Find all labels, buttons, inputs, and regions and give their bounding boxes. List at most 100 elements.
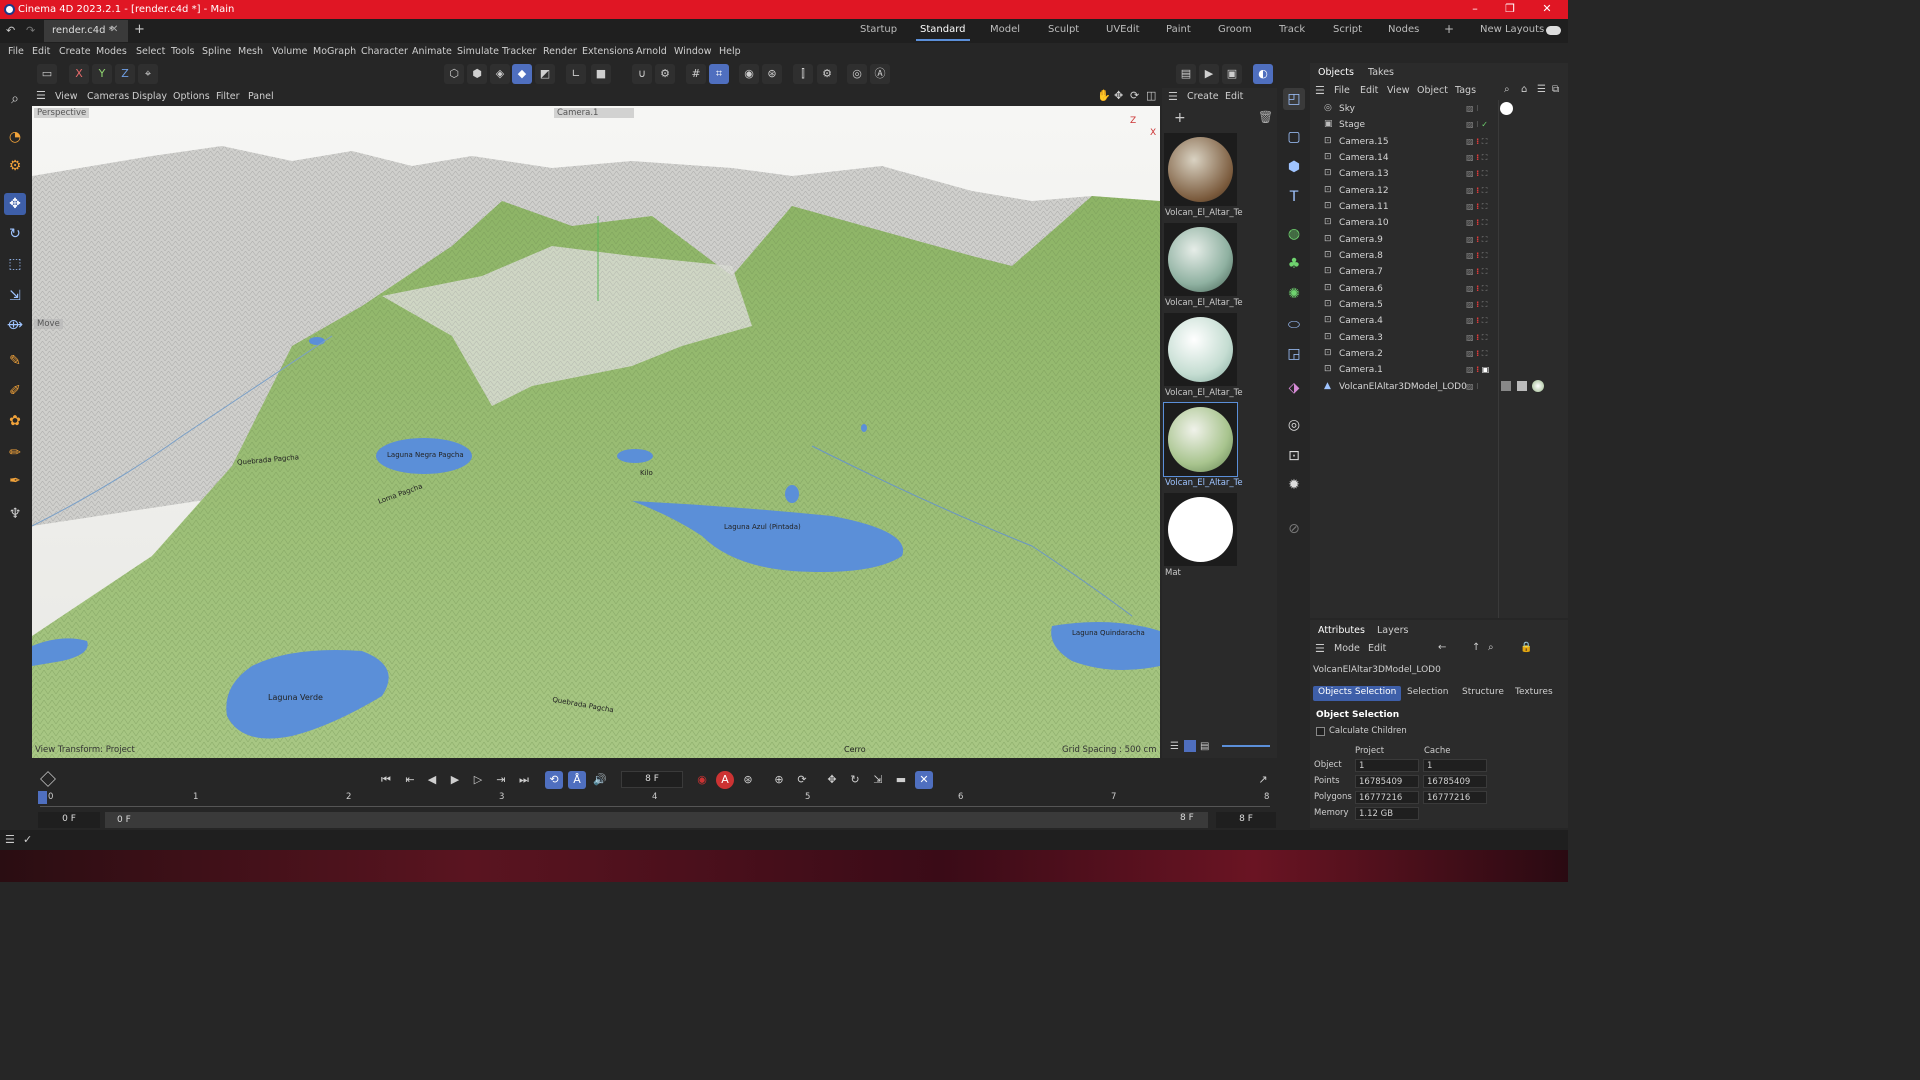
maximize-view-icon[interactable]: ◫ bbox=[1146, 89, 1156, 102]
environment-icon[interactable]: ◎ bbox=[1283, 414, 1305, 436]
tag-icon[interactable]: ⊘ bbox=[1283, 518, 1305, 540]
polygons-cache-field[interactable]: 16777216 bbox=[1423, 791, 1487, 804]
generator-icon[interactable]: ◍ bbox=[1283, 223, 1305, 245]
menu-edit[interactable]: Edit bbox=[32, 46, 50, 57]
object-row-camera-2[interactable]: ⊡ Camera.2 ▨ ⁝ ⛶ bbox=[1318, 347, 1498, 363]
objects-search-icon[interactable]: ⌕ bbox=[1504, 84, 1510, 95]
material-swatch-2[interactable] bbox=[1164, 223, 1237, 296]
redshift-icon[interactable]: ◐ bbox=[1253, 64, 1273, 84]
undo-icon[interactable]: ↶ bbox=[6, 24, 15, 37]
menu-help[interactable]: Help bbox=[719, 46, 741, 57]
viewport-menu-options[interactable]: Options bbox=[173, 91, 210, 102]
move-tool-icon[interactable]: ✥ bbox=[4, 193, 26, 215]
field-icon[interactable]: ◲ bbox=[1283, 343, 1305, 365]
menu-render[interactable]: Render bbox=[543, 46, 577, 57]
material-menu-create[interactable]: Create bbox=[1187, 91, 1219, 102]
preview-range-button[interactable]: Å bbox=[568, 771, 586, 789]
viewport-menu-filter[interactable]: Filter bbox=[216, 91, 240, 102]
axis-mode-icon[interactable]: ∟ bbox=[566, 64, 586, 84]
viewport-menu-cameras[interactable]: Cameras bbox=[87, 91, 129, 102]
polygons-project-field[interactable]: 16777216 bbox=[1355, 791, 1419, 804]
object-row-camera-15[interactable]: ⊡ Camera.15 ▨ ⁝ ⛶ bbox=[1318, 135, 1498, 151]
arnold-icon[interactable]: Ⓐ bbox=[870, 64, 890, 84]
menu-select[interactable]: Select bbox=[136, 46, 165, 57]
solo-mode-icon[interactable]: ■ bbox=[591, 64, 611, 84]
grid-snap-icon[interactable]: # bbox=[686, 64, 706, 84]
model-uvw-tag-icon[interactable] bbox=[1517, 381, 1527, 391]
layout-track[interactable]: Track bbox=[1279, 24, 1305, 35]
record-active-button[interactable]: ◉ bbox=[693, 771, 711, 789]
objects-menu-edit[interactable]: Edit bbox=[1360, 85, 1378, 96]
go-to-end-button[interactable]: ⏭ bbox=[515, 771, 533, 789]
pan-view-icon[interactable]: ✋ bbox=[1097, 89, 1111, 102]
object-row-camera-14[interactable]: ⊡ Camera.14 ▨ ⁝ ⛶ bbox=[1318, 151, 1498, 167]
keyframe-selection-button[interactable]: ⊛ bbox=[739, 771, 757, 789]
spline-icon[interactable]: ⬗ bbox=[1283, 377, 1305, 399]
coordinate-system-icon[interactable]: ⌖ bbox=[138, 64, 158, 84]
objects-hamburger-icon[interactable]: ☰ bbox=[1315, 84, 1325, 97]
add-layout-button[interactable]: + bbox=[1444, 22, 1454, 36]
tab-attributes[interactable]: Attributes bbox=[1318, 625, 1365, 636]
menu-character[interactable]: Character bbox=[361, 46, 408, 57]
display-mode-icon[interactable]: ▭ bbox=[37, 64, 57, 84]
object-row-camera-9[interactable]: ⊡ Camera.9 ▨ ⁝ ⛶ bbox=[1318, 233, 1498, 249]
material-menu-edit[interactable]: Edit bbox=[1225, 91, 1243, 102]
up-arrow-icon[interactable]: ↑ bbox=[1472, 642, 1480, 653]
scene-tool-icon[interactable]: ⚙ bbox=[4, 155, 26, 177]
snap-tool-icon[interactable]: ⟴ bbox=[4, 314, 26, 336]
camera-icon[interactable]: ⊡ bbox=[1283, 445, 1305, 467]
light-icon[interactable]: ✹ bbox=[1283, 474, 1305, 496]
new-tab-button[interactable]: + bbox=[134, 22, 145, 37]
layout-sculpt[interactable]: Sculpt bbox=[1048, 24, 1079, 35]
mirror-icon[interactable]: ⫿ bbox=[793, 64, 813, 84]
menu-create[interactable]: Create bbox=[59, 46, 91, 57]
object-row-camera-7[interactable]: ⊡ Camera.7 ▨ ⁝ ⛶ bbox=[1318, 265, 1498, 281]
close-tab-icon[interactable]: ✕ bbox=[110, 24, 118, 35]
menu-volume[interactable]: Volume bbox=[272, 46, 307, 57]
render-view-icon[interactable]: ▤ bbox=[1176, 64, 1196, 84]
material-swatch-1[interactable] bbox=[1164, 133, 1237, 206]
texture-mode-icon[interactable]: ◩ bbox=[535, 64, 555, 84]
go-to-start-button[interactable]: ⏮ bbox=[377, 771, 395, 789]
layout-groom[interactable]: Groom bbox=[1218, 24, 1252, 35]
snap-magnet-icon[interactable]: ∪ bbox=[632, 64, 652, 84]
subtab-selection[interactable]: Selection bbox=[1402, 686, 1453, 701]
timeline-settings-button[interactable]: ▬ bbox=[892, 771, 910, 789]
record-icon[interactable]: ◉ bbox=[739, 64, 759, 84]
lock-icon[interactable]: 🔒 bbox=[1520, 642, 1532, 653]
key-scale-button[interactable]: ✥ bbox=[823, 771, 841, 789]
object-row-camera-12[interactable]: ⊡ Camera.12 ▨ ⁝ ⛶ bbox=[1318, 184, 1498, 200]
viewport-hamburger-icon[interactable]: ☰ bbox=[36, 89, 46, 102]
delete-material-icon[interactable]: 🗑 bbox=[1258, 110, 1273, 124]
object-row-camera-3[interactable]: ⊡ Camera.3 ▨ ⁝ ⛶ bbox=[1318, 331, 1498, 347]
layout-startup[interactable]: Startup bbox=[860, 24, 897, 35]
lock-x-axis-button[interactable]: X bbox=[69, 64, 89, 84]
material-hamburger-icon[interactable]: ☰ bbox=[1168, 90, 1178, 103]
transform-tool-icon[interactable]: ⇲ bbox=[4, 285, 26, 307]
search-icon[interactable]: ⌕ bbox=[4, 88, 26, 110]
next-frame-button[interactable]: ▷ bbox=[469, 771, 487, 789]
menu-modes[interactable]: Modes bbox=[96, 46, 127, 57]
loop-button[interactable]: ⟲ bbox=[545, 771, 563, 789]
key-position-button[interactable]: ⊕ bbox=[770, 771, 788, 789]
lock-y-axis-button[interactable]: Y bbox=[92, 64, 112, 84]
material-swatch-4[interactable] bbox=[1163, 402, 1238, 477]
viewport-menu-display[interactable]: Display bbox=[132, 91, 167, 102]
material-swatch-5[interactable] bbox=[1164, 493, 1237, 566]
preview-range-bar[interactable]: 0 F bbox=[105, 812, 1208, 828]
key-pla-button[interactable]: ⇲ bbox=[869, 771, 887, 789]
attributes-menu-mode[interactable]: Mode bbox=[1334, 643, 1360, 654]
menu-mesh[interactable]: Mesh bbox=[238, 46, 263, 57]
status-menu-icon[interactable]: ☰ bbox=[5, 833, 15, 846]
brush-icon[interactable]: ✏ bbox=[4, 442, 26, 464]
objects-filter-icon[interactable]: ☰ bbox=[1537, 84, 1546, 95]
cloner-icon[interactable]: ♣ bbox=[1283, 253, 1305, 275]
close-button[interactable]: ✕ bbox=[1540, 2, 1554, 15]
tab-layers[interactable]: Layers bbox=[1377, 625, 1408, 636]
menu-window[interactable]: Window bbox=[674, 46, 711, 57]
rotate-view-icon[interactable]: ⟳ bbox=[1130, 89, 1139, 102]
list-view-icon[interactable]: ☰ bbox=[1170, 741, 1179, 752]
large-view-icon[interactable]: ▤ bbox=[1200, 741, 1209, 752]
objects-home-icon[interactable]: ⌂ bbox=[1521, 84, 1527, 95]
viewport-menu-view[interactable]: View bbox=[55, 91, 78, 102]
